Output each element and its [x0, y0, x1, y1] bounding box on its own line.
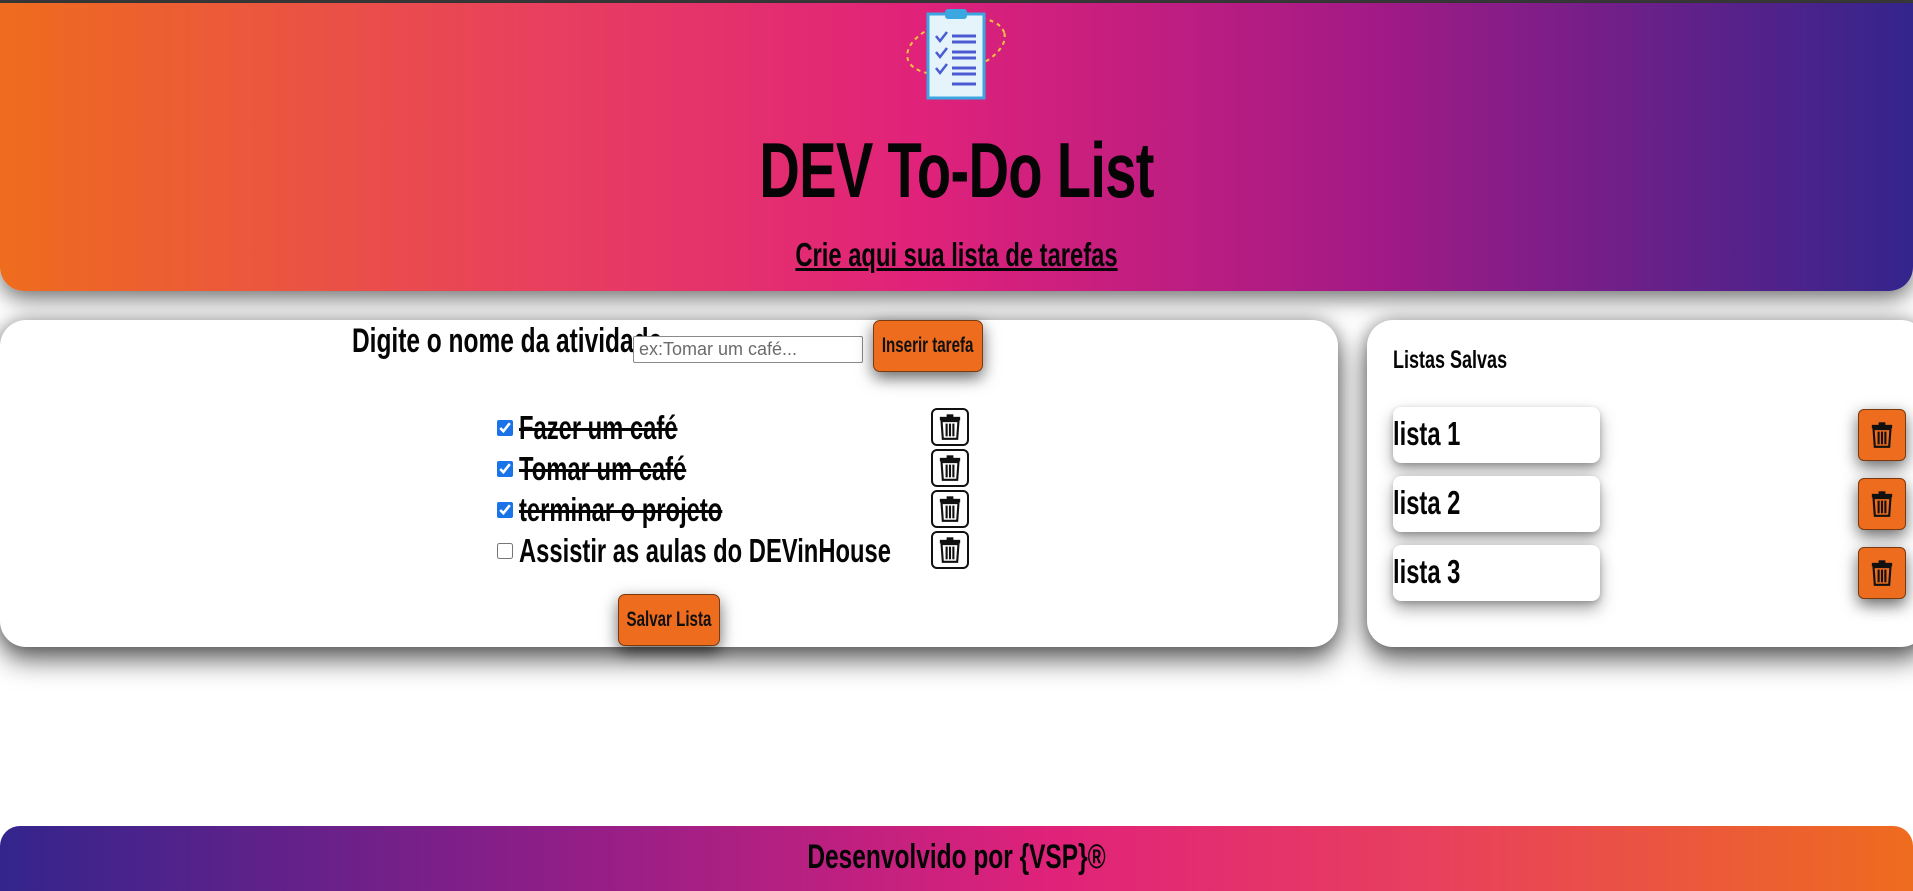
activity-name-input[interactable] — [633, 336, 863, 363]
saved-list-item[interactable]: lista 3 — [1393, 545, 1600, 601]
task-label: Fazer um café — [519, 409, 678, 446]
delete-list-button[interactable] — [1858, 478, 1906, 530]
page-footer: Desenvolvido por {VSP}® — [0, 826, 1913, 891]
trash-icon — [1871, 560, 1893, 586]
page-header: DEV To-Do List Crie aqui sua lista de ta… — [0, 3, 1913, 291]
saved-lists-title: Listas Salvas — [1393, 346, 1508, 374]
save-list-button[interactable]: Salvar Lista — [618, 594, 720, 646]
task-item: Assistir as aulas do DEVinHouse — [497, 531, 977, 571]
footer-credit: Desenvolvido por {VSP}® — [807, 838, 1106, 876]
task-checkbox[interactable] — [497, 461, 513, 477]
task-label: terminar o projeto — [519, 491, 723, 528]
task-checkbox[interactable] — [497, 420, 513, 436]
page-subtitle: Crie aqui sua lista de tarefas — [795, 236, 1118, 273]
task-label: Tomar um café — [519, 450, 687, 487]
trash-icon — [939, 414, 961, 440]
activity-name-label: Digite o nome da atividade — [352, 322, 663, 360]
saved-list-item[interactable]: lista 1 — [1393, 407, 1600, 463]
delete-task-button[interactable] — [931, 449, 969, 487]
insert-task-button[interactable]: Inserir tarefa — [873, 320, 983, 372]
insert-task-button-label: Inserir tarefa — [882, 334, 974, 357]
trash-icon — [939, 455, 961, 481]
task-item: Tomar um café — [497, 449, 977, 489]
saved-list-label: lista 2 — [1393, 484, 1461, 521]
trash-icon — [939, 537, 961, 563]
clipboard-checklist-icon — [906, 9, 1006, 100]
trash-icon — [1871, 422, 1893, 448]
trash-icon — [1871, 491, 1893, 517]
delete-list-button[interactable] — [1858, 409, 1906, 461]
trash-icon — [939, 496, 961, 522]
saved-list-label: lista 3 — [1393, 553, 1461, 590]
delete-task-button[interactable] — [931, 531, 969, 569]
delete-list-button[interactable] — [1858, 547, 1906, 599]
task-item: terminar o projeto — [497, 490, 977, 530]
delete-task-button[interactable] — [931, 408, 969, 446]
task-item: Fazer um café — [497, 408, 977, 448]
saved-list-label: lista 1 — [1393, 415, 1461, 452]
delete-task-button[interactable] — [931, 490, 969, 528]
saved-list-item[interactable]: lista 2 — [1393, 476, 1600, 532]
task-checkbox[interactable] — [497, 502, 513, 518]
task-checkbox[interactable] — [497, 543, 513, 559]
task-label: Assistir as aulas do DEVinHouse — [519, 532, 891, 569]
page-title: DEV To-Do List — [759, 126, 1154, 214]
save-list-button-label: Salvar Lista — [626, 608, 712, 631]
